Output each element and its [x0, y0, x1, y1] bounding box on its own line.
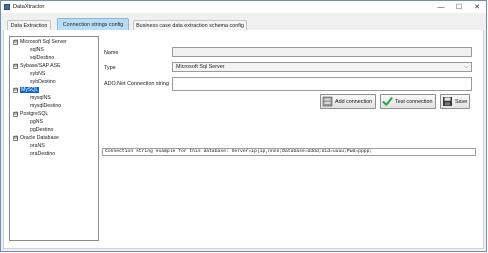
- tree-item-pgdestino[interactable]: pgDestino: [30, 127, 53, 134]
- connection-string-example: Connection string example for this datab…: [102, 148, 476, 156]
- checkmark-icon: [382, 96, 393, 107]
- add-connection-label: Add connection: [335, 98, 373, 105]
- tree-item-sqldestino[interactable]: sqlDestino: [30, 55, 54, 62]
- minimize-button[interactable]: —: [432, 1, 450, 13]
- connection-string-input[interactable]: [172, 77, 472, 91]
- type-select[interactable]: Microsoft Sql Server ⌵: [172, 62, 472, 72]
- collapse-icon[interactable]: ⊟: [13, 136, 18, 141]
- tab-connection-strings-config[interactable]: Connection strings config: [57, 18, 129, 30]
- name-input[interactable]: [172, 47, 472, 57]
- type-select-value: Microsoft Sql Server: [176, 64, 225, 70]
- tree-item-mysqlns[interactable]: mysqlNS: [30, 95, 51, 102]
- close-button[interactable]: ✕: [468, 1, 486, 13]
- tab-strip: Data Extraction Connection strings confi…: [3, 17, 484, 31]
- tree-item-orans[interactable]: oraNS: [30, 143, 45, 150]
- name-label: Name: [104, 50, 119, 56]
- tree-item-sybdestino[interactable]: sybDestino: [30, 79, 56, 86]
- collapse-icon[interactable]: ⊟: [13, 88, 18, 93]
- tree-group-mssql[interactable]: Microsoft Sql Server: [20, 39, 67, 46]
- window-title: DataXtractor: [13, 4, 45, 10]
- tree-item-mysqldestino[interactable]: mysqlDestino: [30, 103, 61, 110]
- collapse-icon[interactable]: ⊟: [13, 40, 18, 45]
- floppy-disk-icon: [442, 96, 453, 107]
- collapse-icon[interactable]: ⊟: [13, 112, 18, 117]
- tree-group-postgresql[interactable]: PostgreSQL: [20, 111, 48, 118]
- database-add-icon: [322, 96, 333, 107]
- tab-business-case-schema-config[interactable]: Business case data extraction schema con…: [133, 20, 247, 30]
- tree-item-sqlns[interactable]: sqlNS: [30, 47, 44, 54]
- add-connection-button[interactable]: Add connection: [320, 94, 376, 109]
- tree-group-mysql-label: MySQL: [20, 87, 40, 93]
- collapse-icon[interactable]: ⊟: [13, 64, 18, 69]
- app-icon: [4, 4, 10, 10]
- test-connection-label: Test connection: [395, 98, 433, 105]
- test-connection-button[interactable]: Test connection: [380, 94, 436, 109]
- tree-item-sybns[interactable]: sybNS: [30, 71, 45, 78]
- tree-group-mysql[interactable]: MySQL: [20, 87, 40, 94]
- connections-tree[interactable]: ⊟ Microsoft Sql Server sqlNS sqlDestino …: [9, 36, 99, 241]
- save-button[interactable]: Save: [440, 94, 470, 109]
- tab-data-extraction[interactable]: Data Extraction: [7, 20, 51, 30]
- save-label: Save: [455, 98, 468, 105]
- tree-group-oracle[interactable]: Oracle Database: [20, 135, 59, 142]
- title-bar[interactable]: DataXtractor — ☐ ✕: [1, 1, 486, 13]
- tree-item-pgns[interactable]: pgNS: [30, 119, 43, 126]
- connection-string-label: ADO.Net Connection string: [104, 81, 170, 87]
- chevron-down-icon: ⌵: [464, 64, 468, 70]
- tree-group-sybase[interactable]: Sybase/SAP ASE: [20, 63, 61, 70]
- connection-config-panel: ⊟ Microsoft Sql Server sqlNS sqlDestino …: [3, 30, 484, 249]
- tree-item-oradestino[interactable]: oraDestino: [30, 151, 55, 158]
- maximize-button[interactable]: ☐: [450, 1, 468, 13]
- app-window: DataXtractor — ☐ ✕ Data Extraction Conne…: [0, 0, 487, 252]
- type-label: Type: [104, 65, 116, 71]
